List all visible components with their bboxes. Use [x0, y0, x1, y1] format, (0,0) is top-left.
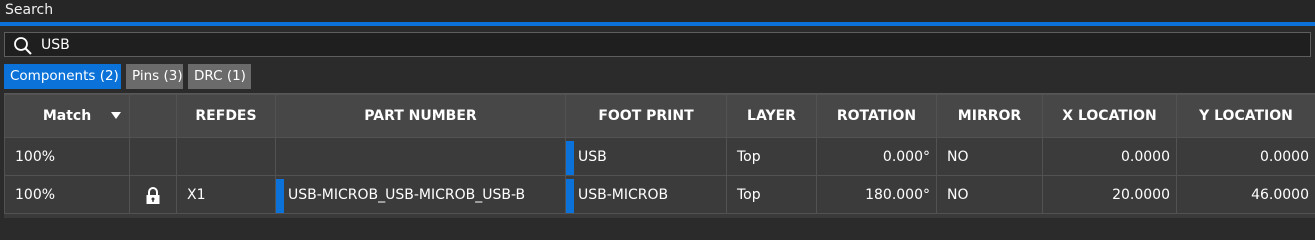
footprint-value: USB-MICROB — [578, 186, 669, 203]
layer-cell: Top — [737, 186, 761, 203]
footprint-cell: USB-MICROB — [566, 177, 726, 213]
accent-bar — [0, 22, 1315, 26]
table-row[interactable]: 100% USB Top 0.000° NO 0.0000 0.0000 — [4, 137, 1315, 176]
window-title: Search — [5, 2, 54, 18]
table-row[interactable]: 100% X1 USB-MICROB_USB-MICROB_USB-B USB-… — [4, 175, 1315, 214]
search-box[interactable] — [4, 32, 1311, 57]
mirror-cell: NO — [947, 148, 969, 165]
search-input[interactable] — [41, 35, 1301, 54]
layer-cell: Top — [737, 148, 761, 165]
column-header-mirror[interactable]: MIRROR — [936, 94, 1043, 138]
search-icon — [14, 37, 32, 55]
footprint-marker — [566, 140, 574, 175]
tab-pins[interactable]: Pins (3) — [126, 64, 183, 89]
lock-cell[interactable] — [130, 177, 176, 213]
footprint-value: USB — [578, 148, 607, 165]
part-number-cell — [276, 139, 565, 175]
refdes-cell — [177, 139, 275, 175]
match-cell: 100% — [15, 148, 56, 165]
column-header-match[interactable]: Match — [4, 94, 130, 138]
x-location-cell: 0.0000 — [1121, 148, 1170, 165]
x-location-cell: 20.0000 — [1112, 186, 1170, 203]
column-header-rotation[interactable]: ROTATION — [816, 94, 937, 138]
tab-drc[interactable]: DRC (1) — [188, 64, 251, 89]
column-header-refdes[interactable]: REFDES — [176, 94, 276, 138]
column-header-layer[interactable]: LAYER — [726, 94, 817, 138]
refdes-cell: X1 — [187, 186, 206, 203]
mirror-cell: NO — [947, 186, 969, 203]
column-header-part-number[interactable]: PART NUMBER — [275, 94, 566, 138]
results-grid: Match REFDES PART NUMBER FOOT PRINT LAYE… — [4, 93, 1315, 218]
results-table: Match REFDES PART NUMBER FOOT PRINT LAYE… — [4, 94, 1315, 214]
tab-components[interactable]: Components (2) — [4, 64, 121, 89]
match-cell: 100% — [15, 186, 56, 203]
lock-cell — [130, 139, 176, 175]
column-header-footprint[interactable]: FOOT PRINT — [565, 94, 727, 138]
header-row: Match REFDES PART NUMBER FOOT PRINT LAYE… — [4, 94, 1315, 138]
footprint-marker — [566, 178, 574, 213]
y-location-cell: 0.0000 — [1260, 148, 1309, 165]
part-number-value: USB-MICROB_USB-MICROB_USB-B — [288, 186, 526, 203]
column-header-y-location[interactable]: Y LOCATION — [1176, 94, 1315, 138]
rotation-cell: 0.000° — [882, 148, 930, 165]
part-number-cell: USB-MICROB_USB-MICROB_USB-B — [276, 177, 565, 213]
column-header-lock[interactable] — [129, 94, 177, 138]
lock-icon[interactable] — [145, 186, 161, 205]
column-header-x-location[interactable]: X LOCATION — [1042, 94, 1177, 138]
title-bar: Search — [0, 0, 1315, 22]
column-header-label: Match — [42, 108, 92, 124]
chevron-down-icon[interactable] — [111, 112, 121, 119]
footprint-cell: USB — [566, 139, 726, 175]
part-number-marker — [276, 178, 284, 213]
y-location-cell: 46.0000 — [1251, 186, 1309, 203]
rotation-cell: 180.000° — [865, 186, 930, 203]
